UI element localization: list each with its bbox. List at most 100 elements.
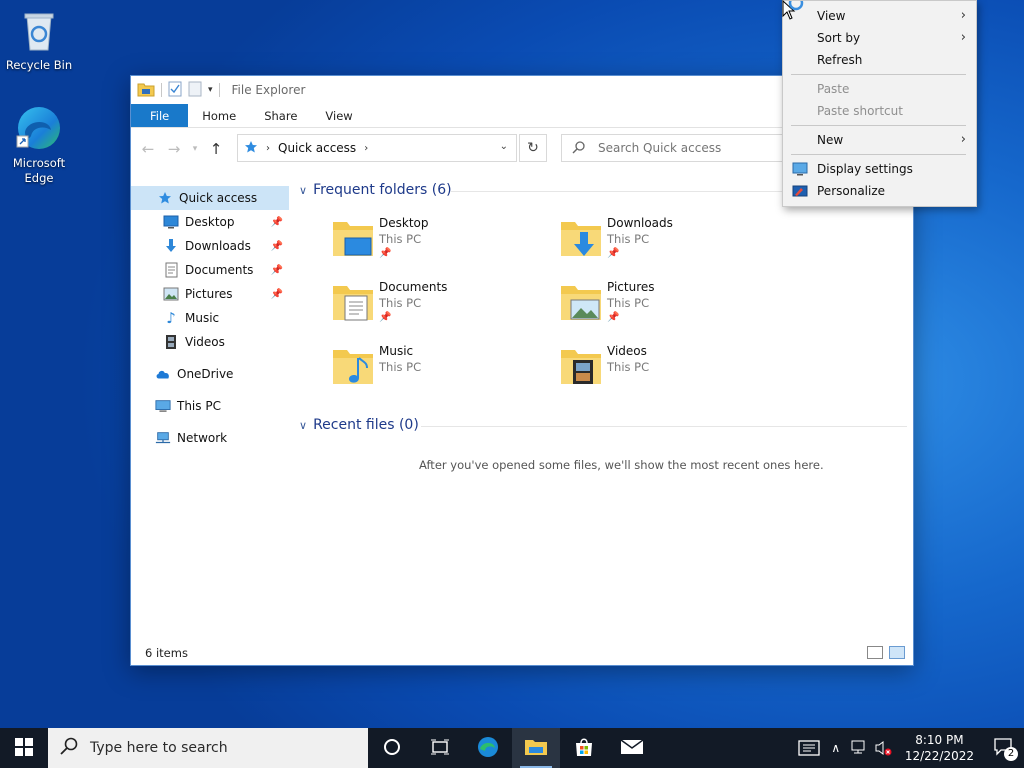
network-icon[interactable] <box>847 728 871 768</box>
tab-file[interactable]: File <box>131 104 189 127</box>
menu-item-display-settings[interactable]: Display settings <box>783 158 976 180</box>
cortana-button[interactable] <box>368 728 416 768</box>
group-header-recent[interactable]: ∨ Recent files (0) <box>299 417 419 433</box>
menu-item-refresh[interactable]: Refresh <box>783 49 976 71</box>
tab-home[interactable]: Home <box>188 104 250 127</box>
refresh-button[interactable]: ↻ <box>519 134 547 162</box>
task-view-button[interactable] <box>416 728 464 768</box>
chevron-right-icon: › <box>960 30 966 45</box>
forward-arrow-icon: → <box>167 140 181 158</box>
taskbar-edge-button[interactable] <box>464 728 512 768</box>
breadcrumb-quick-access[interactable]: Quick access <box>278 141 356 155</box>
quick-access-toolbar: ▾ <box>137 81 220 100</box>
folder-tile-documents[interactable]: Documents This PC 📌 <box>331 280 551 336</box>
content-pane: ∨ Frequent folders (6) Desktop This PC 📌… <box>291 176 913 646</box>
download-icon <box>163 238 179 254</box>
folder-videos-icon <box>559 344 605 390</box>
taskbar-search-box[interactable]: Type here to search <box>48 728 368 768</box>
customize-toolbar-icon[interactable]: ▾ <box>208 85 213 95</box>
properties-icon[interactable] <box>168 81 182 100</box>
breadcrumb-chevron-icon[interactable]: › <box>364 143 368 154</box>
pin-icon[interactable]: 📌 <box>271 217 283 228</box>
pin-icon[interactable]: 📌 <box>271 289 283 300</box>
pin-icon[interactable]: 📌 <box>379 248 391 259</box>
recent-locations-button[interactable]: ▾ <box>189 138 201 160</box>
taskbar-file-explorer-button[interactable] <box>512 728 560 768</box>
folder-music-icon <box>331 344 377 390</box>
cortana-icon <box>383 738 401 759</box>
nav-item-videos[interactable]: Videos <box>131 330 289 354</box>
document-icon <box>163 262 179 278</box>
group-heading: Frequent folders (6) <box>313 182 452 198</box>
details-view-button[interactable] <box>867 646 883 659</box>
folder-location: This PC <box>607 360 650 374</box>
nav-item-desktop[interactable]: Desktop 📌 <box>131 210 289 234</box>
start-button[interactable] <box>0 728 48 768</box>
group-header-frequent[interactable]: ∨ Frequent folders (6) <box>299 182 452 198</box>
address-bar[interactable]: › Quick access › ⌄ <box>237 134 517 162</box>
chevron-up-icon[interactable]: ∧ <box>825 728 847 768</box>
notifications-button[interactable]: 2 <box>984 728 1024 768</box>
menu-item-sort-by[interactable]: Sort by › <box>783 27 976 49</box>
nav-item-label: Documents <box>185 263 254 277</box>
folder-desktop-icon <box>331 216 377 262</box>
menu-item-paste[interactable]: Paste <box>783 78 976 100</box>
volume-muted-icon[interactable] <box>871 728 895 768</box>
new-folder-icon[interactable] <box>188 81 202 100</box>
large-icons-view-button[interactable] <box>889 646 905 659</box>
menu-item-label: New <box>817 133 844 147</box>
address-dropdown-icon[interactable]: ⌄ <box>500 141 508 152</box>
menu-item-new[interactable]: New › <box>783 129 976 151</box>
menu-item-label: Refresh <box>817 53 863 67</box>
menu-item-paste-shortcut[interactable]: Paste shortcut <box>783 100 976 122</box>
group-divider <box>421 426 907 427</box>
folder-name: Videos <box>607 344 647 358</box>
pin-icon[interactable]: 📌 <box>379 312 391 323</box>
desktop-icon-recycle-bin[interactable]: Recycle Bin <box>1 6 77 73</box>
folder-location: This PC <box>379 232 422 246</box>
search-box[interactable] <box>561 134 801 162</box>
clock[interactable]: 8:10 PM 12/22/2022 <box>905 732 974 764</box>
nav-item-network[interactable]: Network <box>131 426 289 450</box>
nav-item-music[interactable]: ♪ Music <box>131 306 289 330</box>
tab-view[interactable]: View <box>311 104 366 127</box>
back-button[interactable]: ← <box>137 138 159 160</box>
folder-name: Documents <box>379 280 448 294</box>
nav-item-pictures[interactable]: Pictures 📌 <box>131 282 289 306</box>
folder-tile-pictures[interactable]: Pictures This PC 📌 <box>559 280 779 336</box>
menu-separator <box>791 154 966 155</box>
pin-icon[interactable]: 📌 <box>271 241 283 252</box>
display-icon <box>792 162 808 176</box>
folder-name: Desktop <box>379 216 429 230</box>
pin-icon[interactable]: 📌 <box>607 312 619 323</box>
taskbar-mail-button[interactable] <box>608 728 656 768</box>
up-button[interactable]: ↑ <box>205 138 227 160</box>
folder-location: This PC <box>379 360 422 374</box>
nav-item-onedrive[interactable]: OneDrive <box>131 362 289 386</box>
music-icon: ♪ <box>166 309 176 327</box>
folder-tile-videos[interactable]: Videos This PC <box>559 344 779 400</box>
action-center-tablet-icon[interactable] <box>793 728 825 768</box>
search-input[interactable] <box>598 141 778 155</box>
search-icon <box>572 140 586 157</box>
nav-item-label: Pictures <box>185 287 233 301</box>
folder-tile-music[interactable]: Music This PC <box>331 344 551 400</box>
tab-share[interactable]: Share <box>250 104 311 127</box>
nav-item-downloads[interactable]: Downloads 📌 <box>131 234 289 258</box>
pin-icon[interactable]: 📌 <box>607 248 619 259</box>
nav-item-label: Desktop <box>185 215 235 229</box>
folder-tile-desktop[interactable]: Desktop This PC 📌 <box>331 216 551 272</box>
menu-item-personalize[interactable]: Personalize <box>783 180 976 202</box>
nav-item-documents[interactable]: Documents 📌 <box>131 258 289 282</box>
nav-item-quick-access[interactable]: Quick access <box>131 186 289 210</box>
network-icon <box>155 430 171 446</box>
forward-button[interactable]: → <box>163 138 185 160</box>
folder-icon[interactable] <box>137 81 155 100</box>
folder-tile-downloads[interactable]: Downloads This PC 📌 <box>559 216 779 272</box>
menu-item-view[interactable]: View › <box>783 5 976 27</box>
pin-icon[interactable]: 📌 <box>271 265 283 276</box>
taskbar-store-button[interactable] <box>560 728 608 768</box>
desktop-icon-edge[interactable]: Microsoft Edge <box>1 104 77 186</box>
nav-item-this-pc[interactable]: This PC <box>131 394 289 418</box>
desktop-icon-label: Microsoft Edge <box>12 156 66 185</box>
